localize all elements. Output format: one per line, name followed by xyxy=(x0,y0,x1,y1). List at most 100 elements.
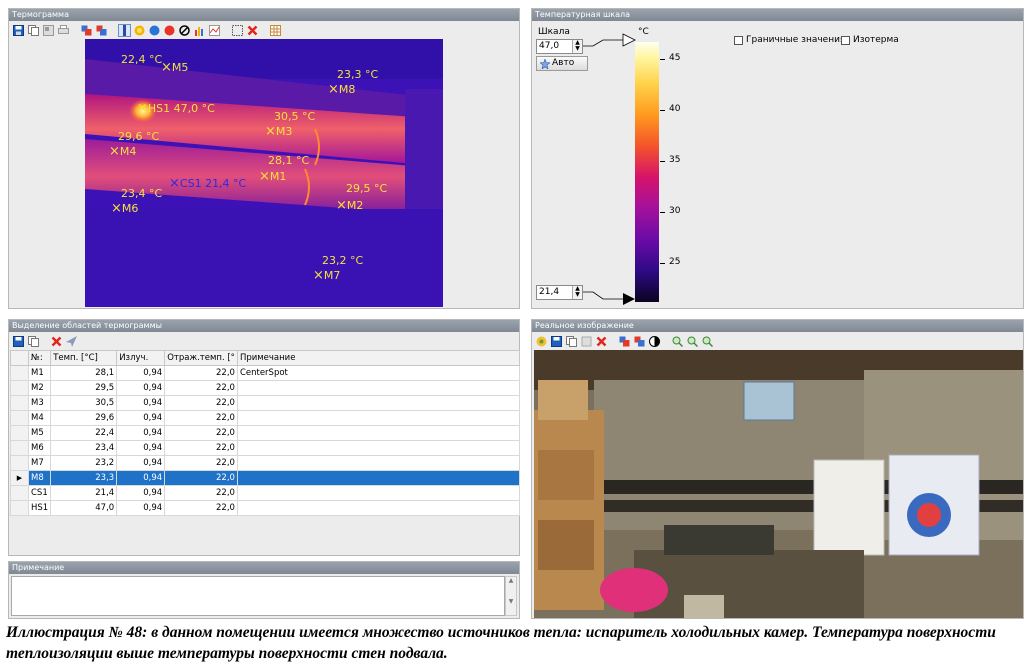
block-icon[interactable] xyxy=(178,24,191,37)
profile-icon[interactable] xyxy=(208,24,221,37)
tick-label: 40 xyxy=(669,104,681,114)
row-header[interactable] xyxy=(10,485,29,501)
marker-label: M4 xyxy=(119,145,137,158)
tick xyxy=(660,110,665,111)
scale-label: Шкала xyxy=(538,27,570,37)
contrast-icon[interactable] xyxy=(648,335,661,348)
scale-max-input[interactable]: 47,0 ▲ ▼ xyxy=(536,39,583,54)
column-header[interactable]: Излуч. xyxy=(116,350,166,366)
marker-m7[interactable]: ×M7 xyxy=(313,269,340,282)
cell-name: M7 xyxy=(27,455,52,471)
scrollbar[interactable]: ▲ ▼ xyxy=(505,576,517,616)
row-header[interactable]: ▶ xyxy=(10,470,29,486)
column-header[interactable]: Темп. [°C] xyxy=(50,350,118,366)
row-header[interactable] xyxy=(10,425,29,441)
open-icon[interactable] xyxy=(535,335,548,348)
cell-name: M5 xyxy=(27,425,52,441)
marker-m4[interactable]: ×M4 xyxy=(109,145,136,158)
marker-m5[interactable]: ×M5 xyxy=(161,61,188,74)
marker-temp-m2: 29,5 °C xyxy=(346,182,388,195)
layers-icon[interactable] xyxy=(80,24,93,37)
cell-name: M1 xyxy=(27,365,52,381)
column-header[interactable]: Примечание xyxy=(236,350,521,366)
delete-icon[interactable] xyxy=(246,24,259,37)
table-row[interactable]: M5 22,4 0,94 22,0 xyxy=(10,425,521,441)
row-header[interactable] xyxy=(10,455,29,471)
table-row[interactable]: M2 29,5 0,94 22,0 xyxy=(10,380,521,396)
copy-icon[interactable] xyxy=(27,335,40,348)
send-icon[interactable] xyxy=(65,335,78,348)
table-row[interactable]: M3 30,5 0,94 22,0 xyxy=(10,395,521,411)
marker-m8[interactable]: ×M8 xyxy=(328,83,355,96)
row-header[interactable] xyxy=(10,365,29,381)
column-header[interactable]: №: xyxy=(27,350,52,366)
layers-icon[interactable] xyxy=(618,335,631,348)
print-icon[interactable] xyxy=(57,24,70,37)
marker-hs1[interactable]: ×HS1 47,0 °C xyxy=(137,102,215,115)
limits-checkbox[interactable]: Граничные значения xyxy=(734,35,845,45)
auto-button[interactable]: Авто xyxy=(536,56,588,71)
copy-icon[interactable] xyxy=(565,335,578,348)
overlay-icon[interactable] xyxy=(95,24,108,37)
cell-reflected-temp: 22,0 xyxy=(164,410,238,426)
table-row[interactable]: M6 23,4 0,94 22,0 xyxy=(10,440,521,456)
histogram-icon[interactable] xyxy=(193,24,206,37)
cursor-icon[interactable] xyxy=(118,23,131,37)
row-header[interactable] xyxy=(10,500,29,516)
spot-red-icon[interactable] xyxy=(163,24,176,37)
isotherm-checkbox[interactable]: Изотерма xyxy=(841,35,899,45)
cell-emissivity: 0,94 xyxy=(116,485,166,501)
marker-m6[interactable]: ×M6 xyxy=(111,202,138,215)
table-header-row: №: Темп. [°C] Излуч. Отраж.темп. [° Прим… xyxy=(10,350,521,366)
tick xyxy=(660,212,665,213)
regions-panel: Выделение областей термограммы №: Темп. … xyxy=(8,319,521,556)
marker-m1[interactable]: ×M1 xyxy=(259,170,286,183)
marker-temp-m1: 28,1 °C xyxy=(268,154,310,167)
spinner-arrows-icon[interactable]: ▲ ▼ xyxy=(572,40,582,53)
export-icon[interactable] xyxy=(42,24,55,37)
cell-temp: 21,4 xyxy=(50,485,118,501)
table-row[interactable]: M4 29,6 0,94 22,0 xyxy=(10,410,521,426)
copy-icon[interactable] xyxy=(27,24,40,37)
row-header[interactable] xyxy=(10,380,29,396)
max-handle-icon[interactable] xyxy=(622,33,636,47)
table-row[interactable]: M1 28,1 0,94 22,0 CenterSpot xyxy=(10,365,521,381)
row-header[interactable] xyxy=(10,395,29,411)
column-header[interactable]: Отраж.темп. [° xyxy=(164,350,238,366)
save-icon[interactable] xyxy=(550,335,563,348)
delete-icon[interactable] xyxy=(50,335,63,348)
real-photo[interactable] xyxy=(534,350,1023,618)
spinner-arrows-icon[interactable]: ▲ ▼ xyxy=(572,286,582,299)
marker-label: M1 xyxy=(269,170,287,183)
marker-m2[interactable]: ×M2 xyxy=(336,199,363,212)
coldspot-icon[interactable] xyxy=(148,24,161,37)
table-row[interactable]: ▶ M8 23,3 0,94 22,0 xyxy=(10,470,521,486)
table-row[interactable]: M7 23,2 0,94 22,0 xyxy=(10,455,521,471)
scale-min-input[interactable]: 21,4 ▲ ▼ xyxy=(536,285,583,300)
marker-m3[interactable]: ×M3 xyxy=(265,125,292,138)
marker-temp-m3: 30,5 °C xyxy=(274,110,316,123)
select-area-icon[interactable] xyxy=(231,24,244,37)
checkbox-box[interactable] xyxy=(841,35,850,45)
table-row[interactable]: HS1 47,0 0,94 22,0 xyxy=(10,500,521,516)
checkbox-box[interactable] xyxy=(734,35,743,45)
min-handle-icon[interactable] xyxy=(623,293,635,305)
save-icon[interactable] xyxy=(12,335,25,348)
row-header[interactable] xyxy=(10,410,29,426)
zoom-fit-icon[interactable] xyxy=(701,335,714,348)
delete-icon[interactable] xyxy=(595,335,608,348)
note-textarea[interactable] xyxy=(11,576,505,616)
table-row[interactable]: CS1 21,4 0,94 22,0 xyxy=(10,485,521,501)
thermal-image[interactable]: 22,4 °C ×M5 23,3 °C ×M8 ×HS1 47,0 °C 30,… xyxy=(85,39,443,307)
hotspot-icon[interactable] xyxy=(133,24,146,37)
grid-icon[interactable] xyxy=(269,24,282,37)
zoom-in-icon[interactable] xyxy=(671,335,684,348)
row-header[interactable] xyxy=(10,440,29,456)
paste-icon[interactable] xyxy=(580,335,593,348)
colorbar[interactable] xyxy=(635,42,659,302)
zoom-out-icon[interactable] xyxy=(686,335,699,348)
marker-cs1[interactable]: ×CS1 21,4 °C xyxy=(169,177,246,190)
overlay-icon[interactable] xyxy=(633,335,646,348)
cell-emissivity: 0,94 xyxy=(116,425,166,441)
save-icon[interactable] xyxy=(12,24,25,37)
